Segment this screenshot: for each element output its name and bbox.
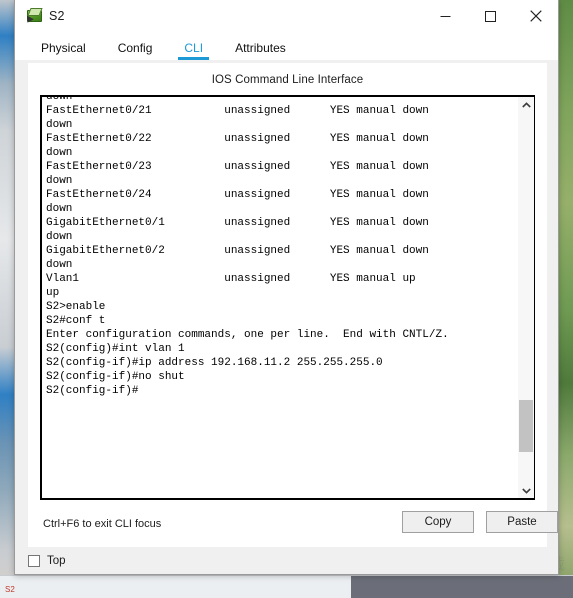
window-titlebar[interactable]: S2: [15, 0, 558, 33]
close-icon: [529, 10, 542, 22]
scroll-up-button[interactable]: [518, 97, 534, 113]
taskbar-item[interactable]: [252, 576, 352, 598]
desktop-wallpaper-right: [559, 0, 573, 598]
device-window: S2 Physical Config CLI Attributes IOS Co…: [14, 0, 559, 575]
cli-panel: IOS Command Line Interface down FastEthe…: [28, 63, 558, 550]
minimize-icon: [440, 11, 451, 22]
panel-heading: IOS Command Line Interface: [211, 74, 364, 86]
taskbar-item[interactable]: [117, 576, 184, 598]
chevron-down-icon: [521, 487, 531, 494]
tab-bar: Physical Config CLI Attributes: [15, 33, 558, 60]
tab-cli[interactable]: CLI: [176, 41, 211, 60]
cli-footer: Ctrl+F6 to exit CLI focus Copy Paste: [28, 509, 558, 543]
copy-button[interactable]: Copy: [402, 511, 474, 533]
terminal-scrollbar[interactable]: [517, 97, 534, 498]
tab-physical[interactable]: Physical: [33, 41, 94, 60]
window-title: S2: [49, 9, 65, 23]
taskbar-item[interactable]: [0, 576, 118, 598]
window-controls: [423, 0, 558, 32]
taskbar-dark-region: [351, 576, 573, 598]
taskbar[interactable]: S2: [0, 575, 573, 598]
taskbar-label: S2: [5, 585, 15, 594]
tab-attributes[interactable]: Attributes: [227, 41, 294, 60]
paste-button[interactable]: Paste: [486, 511, 558, 533]
taskbar-item[interactable]: [183, 576, 253, 598]
maximize-button[interactable]: [468, 0, 513, 32]
close-button[interactable]: [513, 0, 558, 32]
terminal-output-area[interactable]: down FastEthernet0/21 unassigned YES man…: [42, 97, 517, 498]
cli-focus-hint: Ctrl+F6 to exit CLI focus: [43, 518, 162, 530]
window-bottom-bar: Top: [15, 547, 558, 574]
maximize-icon: [485, 10, 496, 22]
top-checkbox[interactable]: [28, 554, 40, 567]
scrollbar-track[interactable]: [518, 113, 534, 482]
chevron-up-icon: [521, 101, 531, 109]
tab-config[interactable]: Config: [110, 41, 161, 60]
top-checkbox-label: Top: [47, 554, 66, 567]
minimize-button[interactable]: [423, 0, 468, 32]
switch-icon: [24, 7, 43, 25]
scroll-down-button[interactable]: [518, 482, 534, 498]
terminal-output: down FastEthernet0/21 unassigned YES man…: [46, 97, 449, 397]
scrollbar-thumb[interactable]: [519, 400, 533, 452]
terminal-container: down FastEthernet0/21 unassigned YES man…: [40, 95, 535, 500]
